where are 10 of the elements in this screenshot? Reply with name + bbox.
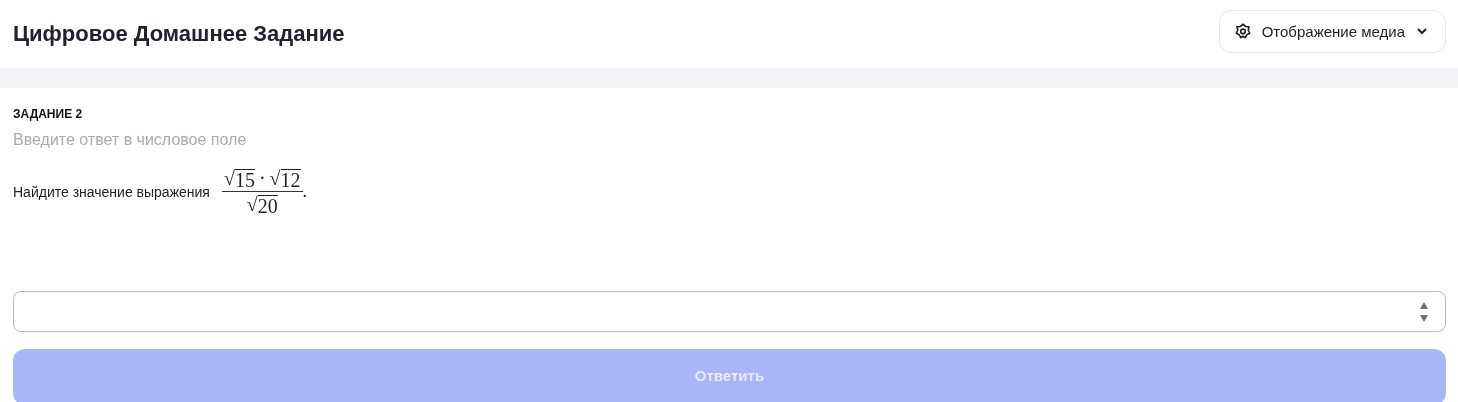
task-hint: Введите ответ в числовое поле <box>13 131 248 149</box>
spinner-arrows-icon[interactable] <box>1419 300 1429 323</box>
task-heading: ЗАДАНИЕ 2 <box>13 107 84 121</box>
media-display-dropdown[interactable]: Отображение медиа <box>1218 9 1446 53</box>
formula-period: . <box>302 181 308 202</box>
task-question: Найдите значение выражения <box>13 183 210 200</box>
answer-field[interactable] <box>13 291 1446 332</box>
flower-icon <box>1233 22 1252 40</box>
math-formula: √15 · √12 √20 <box>221 167 303 216</box>
page-title: Цифровое Домашнее Задание <box>13 21 345 47</box>
